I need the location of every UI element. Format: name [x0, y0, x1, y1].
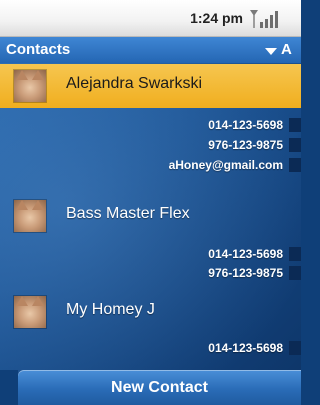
- contact-phone[interactable]: 976-123-9875: [208, 138, 283, 152]
- cat-avatar-icon: [14, 70, 46, 102]
- edge-tab: [289, 247, 301, 261]
- contacts-header: Contacts A: [0, 37, 301, 63]
- page-title: Contacts: [6, 41, 71, 58]
- contact-name-row[interactable]: Bass Master Flex: [0, 194, 301, 238]
- contact-phone[interactable]: 014-123-5698: [208, 247, 283, 261]
- clock: 1:24 pm: [190, 10, 243, 26]
- new-contact-button[interactable]: New Contact: [18, 370, 301, 405]
- edge-tab: [289, 158, 301, 172]
- contact-phone[interactable]: 014-123-5698: [208, 118, 283, 132]
- phone-screen: 1:24 pm Contacts A Alejandra Swarkski 01…: [0, 0, 301, 405]
- contact-name-row[interactable]: My Homey J: [0, 290, 301, 334]
- footer-left-edge: [0, 370, 18, 405]
- signal-bars-icon: [250, 10, 278, 28]
- contact-phone[interactable]: 976-123-9875: [208, 266, 283, 280]
- contact-name: My Homey J: [66, 301, 155, 318]
- contact-list: Alejandra Swarkski 014-123-5698 976-123-…: [0, 64, 301, 370]
- contact-item[interactable]: My Homey J 014-123-5698: [0, 290, 301, 362]
- edge-tab: [289, 138, 301, 152]
- status-bar: 1:24 pm: [0, 0, 301, 37]
- contact-name-row[interactable]: Alejandra Swarkski: [0, 64, 301, 108]
- sort-toggle[interactable]: A: [261, 37, 301, 63]
- contact-item[interactable]: Bass Master Flex 014-123-5698 976-123-98…: [0, 194, 301, 284]
- contact-email[interactable]: aHoney@gmail.com: [169, 158, 283, 172]
- contact-name: Alejandra Swarkski: [66, 75, 203, 92]
- edge-tab: [289, 341, 301, 355]
- contact-name: Bass Master Flex: [66, 205, 190, 222]
- cat-avatar-icon: [14, 296, 46, 328]
- contact-phone[interactable]: 014-123-5698: [208, 341, 283, 355]
- cat-avatar-icon: [14, 200, 46, 232]
- edge-tab: [289, 118, 301, 132]
- triangle-down-icon: [265, 48, 277, 55]
- contact-item[interactable]: Alejandra Swarkski 014-123-5698 976-123-…: [0, 64, 301, 196]
- edge-tab: [289, 266, 301, 280]
- sort-label: A: [281, 41, 292, 58]
